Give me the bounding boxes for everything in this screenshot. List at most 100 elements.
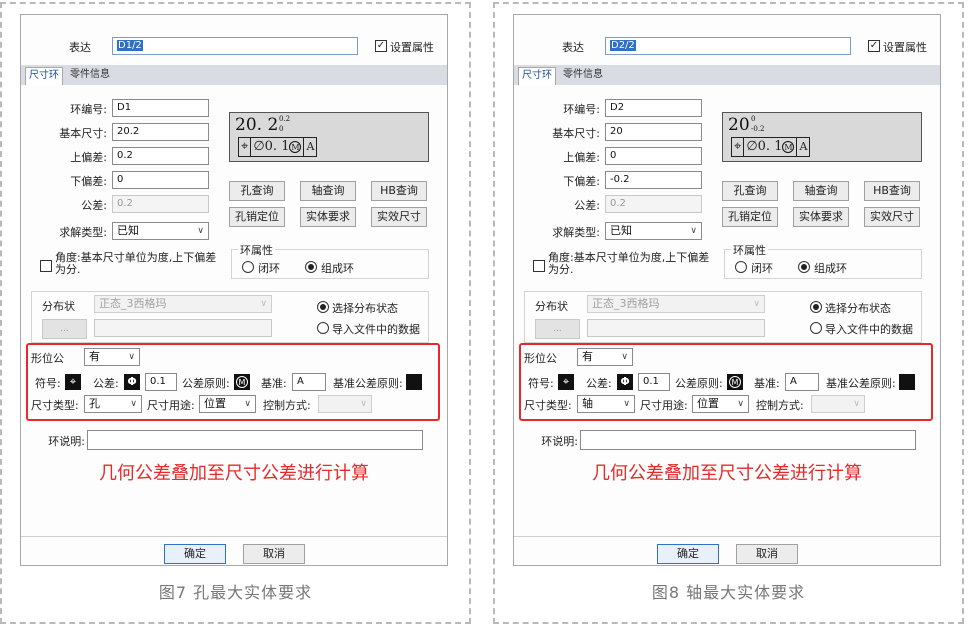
angle-note: 角度:基本尺寸单位为度,上下偏差为分. [55,251,217,276]
upper-dev-input[interactable]: 0.2 [112,147,209,165]
lower-dev-input[interactable]: 0 [112,171,209,189]
eff-size-button[interactable]: 实效尺寸 [864,207,920,227]
ring-desc-label: 环说明: [48,435,85,448]
express-label: 表达 [69,41,91,54]
cancel-button[interactable]: 取消 [736,544,798,564]
file-path-input [587,319,765,337]
ring-prop-group: 环属性 闭环 组成环 [724,242,922,279]
radio-component[interactable] [305,261,317,273]
preview-lower: -0.2 [751,125,765,133]
radio-select-dist[interactable] [317,301,329,313]
radio-import-file-label: 导入文件中的数据 [825,323,913,336]
dimension-dialog: 表达 D1/2 ✓ 设置属性 尺寸环 零件信息 环编号: D1 基本尺寸: 20… [20,14,448,566]
lower-dev-input[interactable]: -0.2 [605,171,702,189]
pin-locate-button[interactable]: 孔销定位 [722,207,778,227]
cancel-button[interactable]: 取消 [243,544,305,564]
fcf-value-text: ∅0. 1 [253,139,290,154]
hb-query-button[interactable]: HB查询 [371,181,427,201]
hole-query-button[interactable]: 孔查询 [722,181,778,201]
divider [21,536,447,537]
radio-import-file[interactable] [810,322,822,334]
tolerance-label: 公差: [574,199,600,212]
distribution-group: 分布状 正态_3西格玛 ∨ ... 选择分布状态 导入文件中的数据 [524,291,922,343]
upper-dev-input[interactable]: 0 [605,147,702,165]
tab-bar: 尺寸环 零件信息 [21,65,447,85]
distribution-select: 正态_3西格玛 ∨ [94,295,272,313]
eff-size-button[interactable]: 实效尺寸 [371,207,427,227]
dimension-dialog: 表达 D2/2 ✓ 设置属性 尺寸环 零件信息 环编号: D2 基本尺寸: 20… [513,14,941,566]
entity-req-button[interactable]: 实体要求 [300,207,356,227]
tab-bar: 尺寸环 零件信息 [514,65,940,85]
express-input[interactable]: D1/2 [112,37,358,55]
ok-button[interactable]: 确定 [164,544,226,564]
ring-desc-input[interactable] [580,430,916,450]
angle-checkbox[interactable] [40,260,52,272]
tolerance-preview: 20 0 -0.2 ⌖ ∅0. 1M A [722,112,922,162]
radio-closed[interactable] [242,261,254,273]
ring-no-input[interactable]: D1 [112,99,209,117]
distribution-label: 分布状 [535,300,568,313]
distribution-group: 分布状 正态_3西格玛 ∨ ... 选择分布状态 导入文件中的数据 [31,291,429,343]
mmc-icon: M [782,140,795,153]
solve-type-value: 已知 [610,224,632,237]
radio-import-file[interactable] [317,322,329,334]
upper-dev-label: 上偏差: [563,151,600,164]
distribution-value: 正态_3西格玛 [99,297,167,310]
entity-req-button[interactable]: 实体要求 [793,207,849,227]
tolerance-label: 公差: [81,199,107,212]
fcf-value: ∅0. 1M [744,138,798,156]
solve-type-select[interactable]: 已知 ∨ [112,222,209,240]
basic-size-input[interactable]: 20.2 [112,123,209,141]
tab-size-ring[interactable]: 尺寸环 [518,67,556,85]
chevron-down-icon: ∨ [197,226,204,236]
ring-prop-title: 环属性 [238,242,275,258]
tolerance-input: 0.2 [605,195,702,213]
set-attr-checkbox[interactable]: ✓ [868,40,880,52]
figure-caption: 图7 孔最大实体要求 [158,583,313,602]
ring-no-label: 环编号: [563,103,600,116]
chevron-down-icon: ∨ [753,299,760,309]
radio-closed-label: 闭环 [751,262,773,275]
fcf-value: ∅0. 1M [251,138,305,156]
tab-part-info[interactable]: 零件信息 [67,67,113,85]
set-attr-checkbox[interactable]: ✓ [375,40,387,52]
ok-button[interactable]: 确定 [657,544,719,564]
panel-shaft: 表达 D2/2 ✓ 设置属性 尺寸环 零件信息 环编号: D2 基本尺寸: 20… [493,2,964,624]
radio-component-label: 组成环 [814,262,847,275]
ring-prop-group: 环属性 闭环 组成环 [231,242,429,279]
angle-note: 角度:基本尺寸单位为度,上下偏差为分. [548,251,710,276]
pin-locate-button[interactable]: 孔销定位 [229,207,285,227]
express-input[interactable]: D2/2 [605,37,851,55]
tab-size-ring[interactable]: 尺寸环 [25,67,63,85]
radio-select-dist-label: 选择分布状态 [332,302,398,315]
tolerance-preview: 20. 2 0.2 0 ⌖ ∅0. 1M A [229,112,429,162]
ellipsis-button: ... [42,319,87,339]
shaft-query-button[interactable]: 轴查询 [300,181,356,201]
fcf-datum: A [799,140,808,153]
shaft-query-button[interactable]: 轴查询 [793,181,849,201]
express-label: 表达 [562,41,584,54]
hole-query-button[interactable]: 孔查询 [229,181,285,201]
radio-select-dist-label: 选择分布状态 [825,302,891,315]
ellipsis-button: ... [535,319,580,339]
radio-component-label: 组成环 [321,262,354,275]
radio-select-dist[interactable] [810,301,822,313]
preview-main: 20 [728,115,750,135]
tolerance-input: 0.2 [112,195,209,213]
hb-query-button[interactable]: HB查询 [864,181,920,201]
angle-checkbox[interactable] [533,260,545,272]
radio-component[interactable] [798,261,810,273]
express-value: D1/2 [117,40,143,51]
solve-type-value: 已知 [117,224,139,237]
solve-type-select[interactable]: 已知 ∨ [605,222,702,240]
upper-dev-label: 上偏差: [70,151,107,164]
chevron-down-icon: ∨ [690,226,697,236]
tab-part-info[interactable]: 零件信息 [560,67,606,85]
position-icon: ⌖ [732,138,745,156]
basic-size-input[interactable]: 20 [605,123,702,141]
ring-no-input[interactable]: D2 [605,99,702,117]
ring-desc-input[interactable] [87,430,423,450]
ring-prop-title: 环属性 [731,242,768,258]
radio-closed[interactable] [735,261,747,273]
fcf-value-text: ∅0. 1 [746,139,783,154]
